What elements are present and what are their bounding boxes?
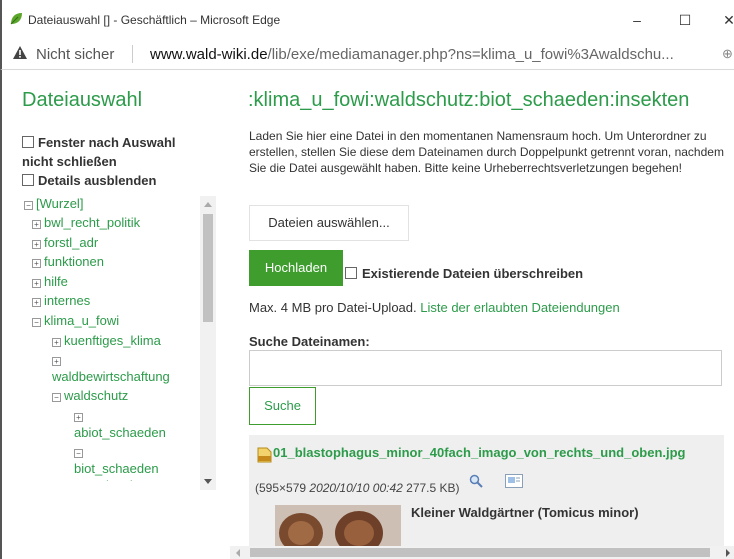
title-bar: Dateiauswahl [] - Geschäftlich – Microso… — [0, 0, 734, 40]
allowed-extensions-link[interactable]: Liste der erlaubten Dateiendungen — [420, 300, 619, 315]
hide-details-checkbox[interactable] — [22, 174, 34, 186]
hide-details-label: Details ausblenden — [38, 173, 157, 188]
url-domain: www.wald-wiki.de — [150, 46, 268, 63]
edge-leaf-icon — [10, 13, 22, 25]
expand-icon[interactable]: + — [32, 240, 41, 249]
keep-open-label-line1: Fenster nach Auswahl — [38, 135, 176, 150]
file-meta: (595×579 2020/10/10 00:42 277.5 KB) — [255, 481, 460, 495]
option-hide-details[interactable]: Details ausblenden — [22, 171, 156, 190]
horizontal-scroll-thumb[interactable] — [250, 548, 710, 557]
url-path: /lib/exe/mediamanager.php?ns=klima_u_fow… — [267, 46, 674, 63]
right-pane: :klima_u_fowi:waldschutz:biot_schaeden:i… — [238, 70, 734, 559]
upload-button[interactable]: Hochladen — [249, 250, 343, 286]
overwrite-label: Existierende Dateien überschreiben — [362, 266, 584, 281]
collapse-icon[interactable]: − — [52, 393, 61, 402]
overwrite-checkbox[interactable] — [345, 267, 357, 279]
minimize-button[interactable]: – — [622, 6, 652, 34]
max-size-note: Max. 4 MB pro Datei-Upload. Liste der er… — [249, 300, 620, 315]
expand-icon[interactable]: + — [52, 357, 61, 366]
file-size: 277.5 KB) — [406, 481, 460, 495]
warning-icon[interactable] — [12, 45, 28, 61]
scroll-down-icon[interactable] — [204, 479, 212, 484]
scroll-left-icon[interactable] — [236, 549, 240, 557]
url-text[interactable]: www.wald-wiki.de/lib/exe/mediamanager.ph… — [150, 46, 674, 63]
file-dimensions: (595×579 — [255, 481, 307, 495]
search-input[interactable] — [249, 350, 722, 386]
address-bar[interactable]: Nicht sicher www.wald-wiki.de/lib/exe/me… — [0, 40, 734, 70]
namespace-tree: − [Wurzel] + bwl_recht_politik + forstl_adr… — [24, 196, 200, 481]
expand-icon[interactable]: + — [74, 413, 83, 422]
left-pane: Dateiauswahl Fenster nach Auswahl nicht … — [2, 70, 230, 559]
scroll-right-icon[interactable] — [726, 549, 730, 557]
jpg-file-icon — [257, 447, 272, 463]
tree-item-root[interactable]: − [Wurzel] — [24, 196, 83, 211]
horizontal-scrollbar[interactable] — [230, 546, 734, 559]
expand-icon[interactable]: + — [32, 279, 41, 288]
tree-item-waldschutz[interactable]: − waldschutz — [52, 388, 128, 403]
tree-item-hilfe[interactable]: + hilfe — [32, 274, 68, 289]
search-label: Suche Dateinamen: — [249, 334, 370, 349]
tree-item-internes[interactable]: + internes — [32, 293, 90, 308]
page: Dateiauswahl Fenster nach Auswahl nicht … — [0, 70, 734, 559]
keep-open-label-line2: nicht schließen — [22, 154, 117, 169]
window-title: Dateiauswahl [] - Geschäftlich – Microso… — [28, 13, 281, 27]
search-button[interactable]: Suche — [249, 387, 316, 425]
scroll-thumb[interactable] — [203, 214, 213, 322]
tree-item-kuenftiges-klima[interactable]: + kuenftiges_klima — [52, 333, 161, 348]
expand-icon[interactable]: + — [32, 259, 41, 268]
option-keep-window-open[interactable]: Fenster nach Auswahl nicht schließen — [22, 133, 176, 171]
tree-item-waldbewirtschaftung[interactable]: waldbewirtschaftung — [52, 369, 170, 384]
tree-item-insekten[interactable]: −insekten — [94, 478, 154, 481]
tree-item-biot-schaeden[interactable]: biot_schaeden — [74, 461, 159, 476]
close-button[interactable]: ✕ — [714, 6, 734, 34]
security-label[interactable]: Nicht sicher — [36, 46, 114, 63]
collapse-icon[interactable]: − — [24, 201, 33, 210]
extension-icon[interactable]: ⊕ — [722, 46, 733, 62]
collapse-icon[interactable]: − — [32, 318, 41, 327]
keep-open-checkbox[interactable] — [22, 136, 34, 148]
tree-scrollbar[interactable] — [200, 196, 216, 490]
maximize-button[interactable]: ☐ — [670, 6, 700, 34]
collapse-icon[interactable]: − — [74, 449, 83, 458]
file-result: 01_blastophagus_minor_40fach_imago_von_r… — [249, 435, 724, 559]
tree-item-klima-u-fowi[interactable]: − klima_u_fowi — [32, 313, 119, 328]
expand-icon[interactable]: + — [52, 338, 61, 347]
tree-item-bwl-recht-politik[interactable]: + bwl_recht_politik — [32, 215, 140, 230]
tree-item-funktionen[interactable]: + funktionen — [32, 254, 104, 269]
max-size-text: Max. 4 MB pro Datei-Upload. — [249, 300, 417, 315]
upload-description: Laden Sie hier eine Datei in den momenta… — [249, 129, 724, 175]
scroll-up-icon[interactable] — [204, 202, 212, 207]
expand-icon[interactable]: + — [32, 220, 41, 229]
address-separator — [132, 45, 133, 63]
namespace-heading: :klima_u_fowi:waldschutz:biot_schaeden:i… — [248, 89, 690, 111]
image-caption: Kleiner Waldgärtner (Tomicus minor) — [411, 505, 639, 520]
file-name-link[interactable]: 01_blastophagus_minor_40fach_imago_von_r… — [273, 445, 686, 460]
tree-item-forstl-adr[interactable]: + forstl_adr — [32, 235, 98, 250]
left-heading: Dateiauswahl — [22, 89, 143, 111]
tree-item-abiot-schaeden[interactable]: abiot_schaeden — [74, 425, 166, 440]
file-date: 2020/10/10 00:42 — [309, 481, 403, 495]
select-files-button[interactable]: Dateien auswählen... — [249, 205, 409, 241]
magnifier-icon[interactable] — [469, 474, 483, 488]
expand-icon[interactable]: + — [32, 298, 41, 307]
insert-image-icon[interactable] — [505, 474, 523, 488]
overwrite-option[interactable]: Existierende Dateien überschreiben — [345, 266, 583, 281]
